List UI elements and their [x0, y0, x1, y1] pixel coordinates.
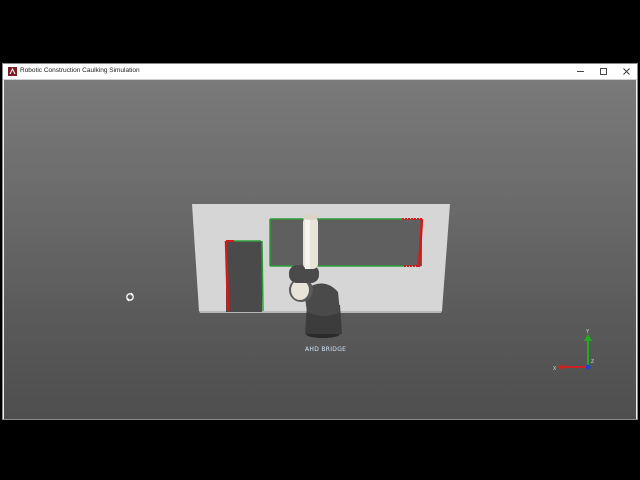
axes-gizmo: Y Z X: [553, 329, 594, 372]
minimize-icon: [577, 71, 584, 72]
robot-brand-label: AHD BRIDGE: [305, 346, 347, 353]
3d-viewport[interactable]: Y Z X AHD BRIDGE: [4, 80, 636, 419]
window-title: Robotic Construction Caulking Simulation: [20, 67, 140, 74]
axis-label-y: Y: [586, 329, 590, 335]
door-opening: [226, 241, 262, 312]
close-icon: [623, 68, 630, 75]
rotate-cursor-icon: [126, 292, 134, 302]
minimize-button[interactable]: [570, 64, 592, 79]
close-button[interactable]: [616, 64, 638, 79]
simulation-scene: Y Z X: [126, 204, 594, 372]
axis-label-x: X: [553, 366, 557, 372]
maximize-button[interactable]: [593, 64, 615, 79]
maximize-icon: [600, 68, 607, 75]
axis-label-z: Z: [591, 359, 594, 365]
app-window: Robotic Construction Caulking Simulation: [2, 63, 638, 420]
title-bar[interactable]: Robotic Construction Caulking Simulation: [3, 64, 637, 80]
app-icon: [8, 67, 17, 76]
window-opening: [270, 219, 422, 266]
